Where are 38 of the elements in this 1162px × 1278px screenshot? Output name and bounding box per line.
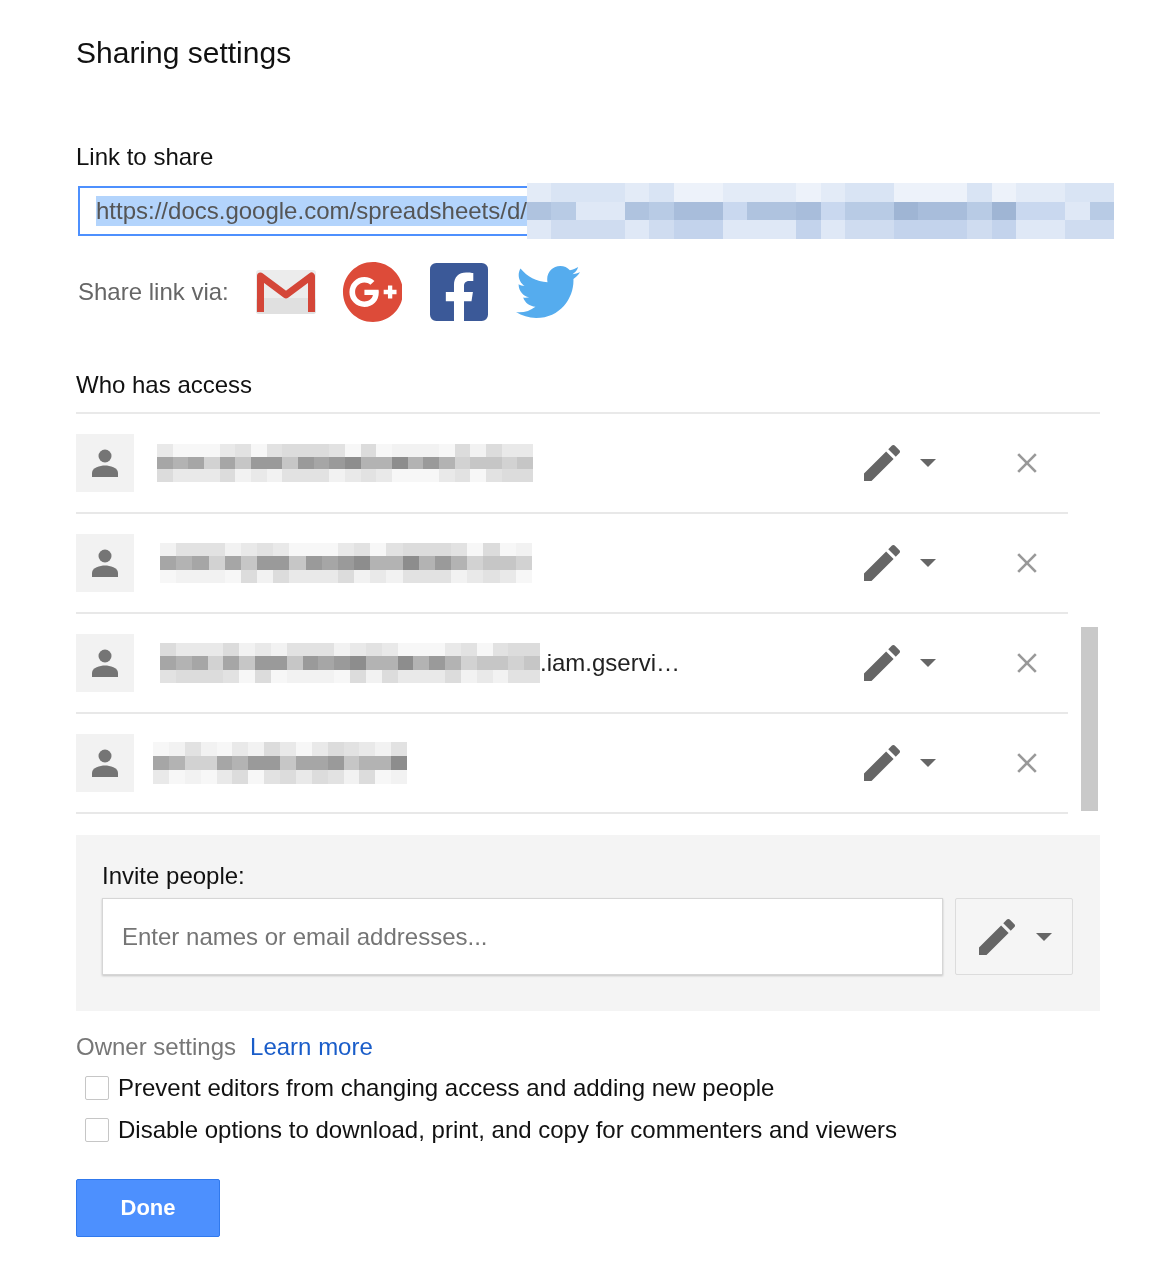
pencil-icon[interactable]	[864, 745, 900, 781]
done-button[interactable]: Done	[76, 1179, 220, 1237]
person-icon	[76, 734, 134, 792]
caret-icon[interactable]	[920, 559, 936, 567]
caret-icon[interactable]	[920, 659, 936, 667]
link-text: https://docs.google.com/spreadsheets/d/	[96, 196, 527, 226]
gmail-icon[interactable]	[255, 270, 316, 314]
section-heading: Link to share	[76, 143, 214, 171]
pencil-icon[interactable]	[864, 545, 900, 581]
option-label: Prevent editors from changing access and adding new people	[118, 1074, 775, 1102]
close-icon[interactable]	[1017, 753, 1037, 773]
pencil-icon[interactable]	[864, 445, 900, 481]
email-text: .iam.gservi…	[540, 649, 681, 677]
facebook-icon[interactable]	[429, 263, 488, 321]
close-icon[interactable]	[1017, 553, 1037, 573]
dialog-title: Sharing settings	[76, 35, 292, 71]
close-icon[interactable]	[1017, 453, 1037, 473]
share-via-label: Share link via:	[78, 278, 229, 306]
option-label: Disable options to download, print, and copy for commenters and viewers	[118, 1116, 898, 1144]
pencil-icon[interactable]	[979, 918, 1015, 955]
google-plus-icon[interactable]	[341, 262, 402, 322]
close-icon[interactable]	[1017, 653, 1037, 673]
checkbox[interactable]	[85, 1076, 109, 1100]
scrollbar-thumb[interactable]	[1081, 627, 1098, 811]
section-heading: Who has access	[76, 371, 253, 399]
invite-input[interactable]: Enter names or email addresses...	[102, 898, 943, 975]
invite-label: Invite people:	[102, 862, 245, 890]
pencil-icon[interactable]	[864, 645, 900, 681]
person-icon	[76, 534, 134, 592]
caret-icon[interactable]	[920, 759, 936, 767]
person-icon	[76, 434, 134, 492]
owner-settings-label: Owner settings	[76, 1033, 237, 1061]
caret-icon[interactable]	[920, 459, 936, 467]
learn-more-link[interactable]: Learn more	[250, 1033, 373, 1061]
person-icon	[76, 634, 134, 692]
permission-dropdown-button[interactable]	[955, 898, 1073, 975]
caret-icon[interactable]	[1036, 932, 1052, 941]
checkbox[interactable]	[85, 1118, 109, 1142]
